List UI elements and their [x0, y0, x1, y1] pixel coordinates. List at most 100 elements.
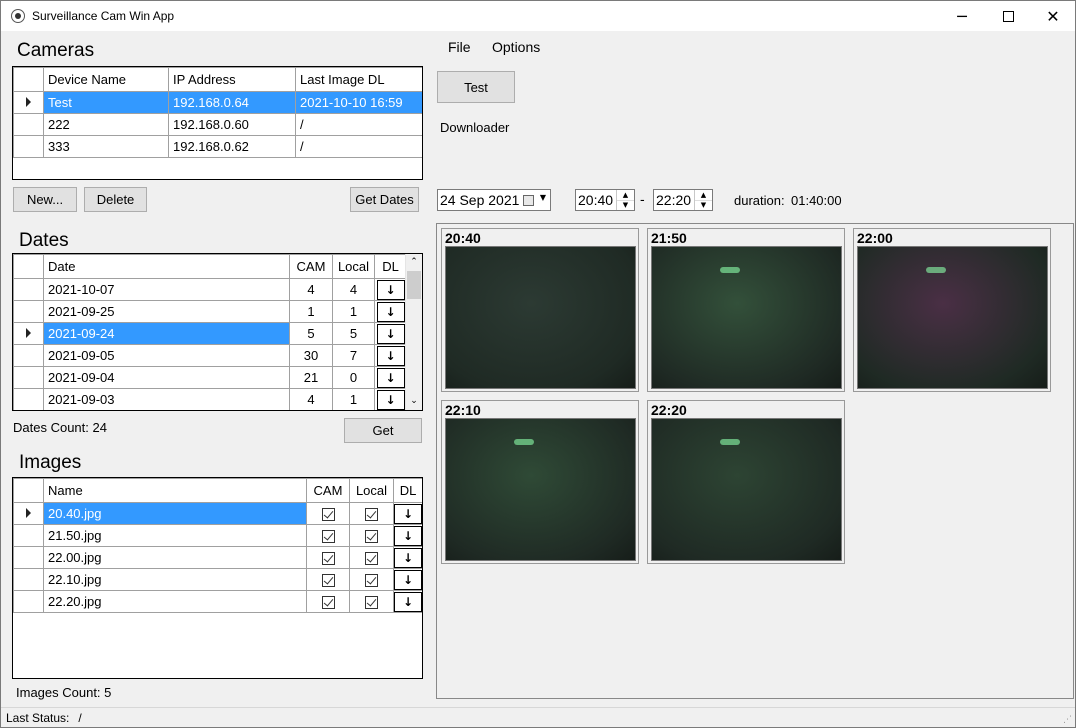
- calendar-icon[interactable]: [523, 195, 534, 206]
- cam-checkbox[interactable]: [321, 530, 335, 544]
- thumbnail-tile[interactable]: 20:40: [441, 228, 639, 392]
- date-local-count[interactable]: 5: [332, 322, 375, 345]
- camera-device-name[interactable]: 222: [43, 113, 169, 136]
- column-header-cam[interactable]: CAM: [289, 254, 333, 279]
- time-to-field[interactable]: 22:20 ▲ ▼: [653, 189, 713, 211]
- cameras-grid[interactable]: Device Name IP Address Last Image DL Tes…: [12, 66, 423, 180]
- column-header-device-name[interactable]: Device Name: [43, 67, 169, 92]
- thumbnail-tile[interactable]: 22:10: [441, 400, 639, 564]
- camera-snapshot-image[interactable]: [445, 418, 636, 561]
- row-header[interactable]: [13, 524, 44, 547]
- column-header-dl[interactable]: DL: [393, 478, 422, 503]
- camera-last-image-dl[interactable]: 2021-10-10 16:59: [295, 91, 422, 114]
- test-button[interactable]: Test: [437, 71, 515, 103]
- date-row[interactable]: 2021-09-04 21 0 ↓: [13, 366, 407, 389]
- image-row[interactable]: 22.20.jpg ↓: [13, 590, 422, 613]
- dates-scrollbar[interactable]: ⌃ ⌄: [405, 254, 422, 410]
- date-cam-count[interactable]: 1: [289, 300, 333, 323]
- scroll-thumb[interactable]: [407, 271, 421, 299]
- stepper-down-icon[interactable]: ▼: [617, 201, 634, 211]
- camera-ip-address[interactable]: 192.168.0.64: [168, 91, 296, 114]
- camera-snapshot-image[interactable]: [651, 418, 842, 561]
- date-cell[interactable]: 2021-09-05: [43, 344, 290, 367]
- download-arrow-icon[interactable]: ↓: [376, 301, 405, 322]
- image-row[interactable]: 22.00.jpg ↓: [13, 546, 422, 569]
- row-header[interactable]: [13, 502, 44, 525]
- date-cam-count[interactable]: 21: [289, 366, 333, 389]
- menu-file[interactable]: File: [448, 39, 471, 55]
- download-arrow-icon[interactable]: ↓: [376, 345, 405, 366]
- stepper-up-icon[interactable]: ▲: [695, 190, 712, 201]
- date-row[interactable]: 2021-09-25 1 1 ↓: [13, 300, 407, 323]
- cam-checkbox[interactable]: [321, 552, 335, 566]
- time-from-field[interactable]: 20:40 ▲ ▼: [575, 189, 635, 211]
- download-arrow-icon[interactable]: ↓: [376, 279, 405, 300]
- download-arrow-icon[interactable]: ↓: [394, 547, 422, 568]
- download-arrow-icon[interactable]: ↓: [376, 389, 405, 410]
- download-arrow-icon[interactable]: ↓: [376, 323, 405, 344]
- download-arrow-icon[interactable]: ↓: [394, 569, 422, 590]
- camera-device-name[interactable]: Test: [43, 91, 169, 114]
- cam-checkbox[interactable]: [321, 508, 335, 522]
- date-local-count[interactable]: 7: [332, 344, 375, 367]
- menu-options[interactable]: Options: [492, 39, 540, 55]
- date-row[interactable]: 2021-09-03 4 1 ↓: [13, 388, 407, 410]
- image-row[interactable]: 21.50.jpg ↓: [13, 524, 422, 547]
- row-header[interactable]: [13, 546, 44, 569]
- column-header-local[interactable]: Local: [332, 254, 375, 279]
- dates-grid[interactable]: Date CAM Local DL 2021-10-07 4 4 ↓ 2021-09-2…: [12, 253, 423, 411]
- local-checkbox[interactable]: [365, 552, 378, 566]
- cam-checkbox[interactable]: [321, 596, 335, 610]
- scroll-up-icon[interactable]: ⌃: [406, 254, 422, 271]
- row-header[interactable]: [13, 366, 44, 389]
- camera-snapshot-image[interactable]: [651, 246, 842, 389]
- camera-row[interactable]: 222 192.168.0.60/: [13, 113, 422, 136]
- camera-last-image-dl[interactable]: /: [295, 113, 422, 136]
- stepper-up-icon[interactable]: ▲: [617, 190, 634, 201]
- row-header[interactable]: [13, 568, 44, 591]
- row-header[interactable]: [13, 344, 44, 367]
- date-cell[interactable]: 2021-09-25: [43, 300, 290, 323]
- date-cam-count[interactable]: 30: [289, 344, 333, 367]
- image-name[interactable]: 22.10.jpg: [43, 568, 307, 591]
- download-arrow-icon[interactable]: ↓: [376, 367, 405, 388]
- column-header-date[interactable]: Date: [43, 254, 290, 279]
- images-grid[interactable]: Name CAM Local DL 20.40.jpg ↓ 21.50.jpg ↓ 22…: [12, 477, 423, 679]
- date-cam-count[interactable]: 4: [289, 278, 333, 301]
- maximize-button[interactable]: [985, 1, 1031, 31]
- column-header-local[interactable]: Local: [349, 478, 394, 503]
- image-name[interactable]: 22.20.jpg: [43, 590, 307, 613]
- cam-checkbox[interactable]: [321, 574, 335, 588]
- date-row[interactable]: 2021-10-07 4 4 ↓: [13, 278, 407, 301]
- column-header-ip-address[interactable]: IP Address: [168, 67, 296, 92]
- row-header[interactable]: [13, 300, 44, 323]
- row-header[interactable]: [13, 388, 44, 410]
- date-local-count[interactable]: 1: [332, 300, 375, 323]
- row-header[interactable]: [13, 91, 44, 114]
- get-images-button[interactable]: Get: [344, 418, 422, 443]
- time-from-stepper[interactable]: ▲ ▼: [616, 190, 634, 210]
- image-name[interactable]: 20.40.jpg: [43, 502, 307, 525]
- row-header[interactable]: [13, 135, 44, 158]
- download-arrow-icon[interactable]: ↓: [394, 503, 422, 524]
- camera-ip-address[interactable]: 192.168.0.62: [168, 135, 296, 158]
- date-cam-count[interactable]: 5: [289, 322, 333, 345]
- row-header[interactable]: [13, 590, 44, 613]
- minimize-button[interactable]: ─: [939, 1, 985, 31]
- close-button[interactable]: ✕: [1030, 1, 1076, 31]
- delete-camera-button[interactable]: Delete: [84, 187, 147, 212]
- download-arrow-icon[interactable]: ↓: [394, 525, 422, 546]
- local-checkbox[interactable]: [365, 508, 378, 522]
- time-to-stepper[interactable]: ▲ ▼: [694, 190, 712, 210]
- local-checkbox[interactable]: [365, 574, 378, 588]
- camera-snapshot-image[interactable]: [445, 246, 636, 389]
- row-header[interactable]: [13, 113, 44, 136]
- date-cell[interactable]: 2021-09-04: [43, 366, 290, 389]
- camera-row[interactable]: 333 192.168.0.62/: [13, 135, 422, 158]
- image-row[interactable]: 20.40.jpg ↓: [13, 502, 422, 525]
- date-cam-count[interactable]: 4: [289, 388, 333, 410]
- thumbnail-tile[interactable]: 22:00: [853, 228, 1051, 392]
- date-cell[interactable]: 2021-09-03: [43, 388, 290, 410]
- column-header-cam[interactable]: CAM: [306, 478, 350, 503]
- date-cell[interactable]: 2021-09-24: [43, 322, 290, 345]
